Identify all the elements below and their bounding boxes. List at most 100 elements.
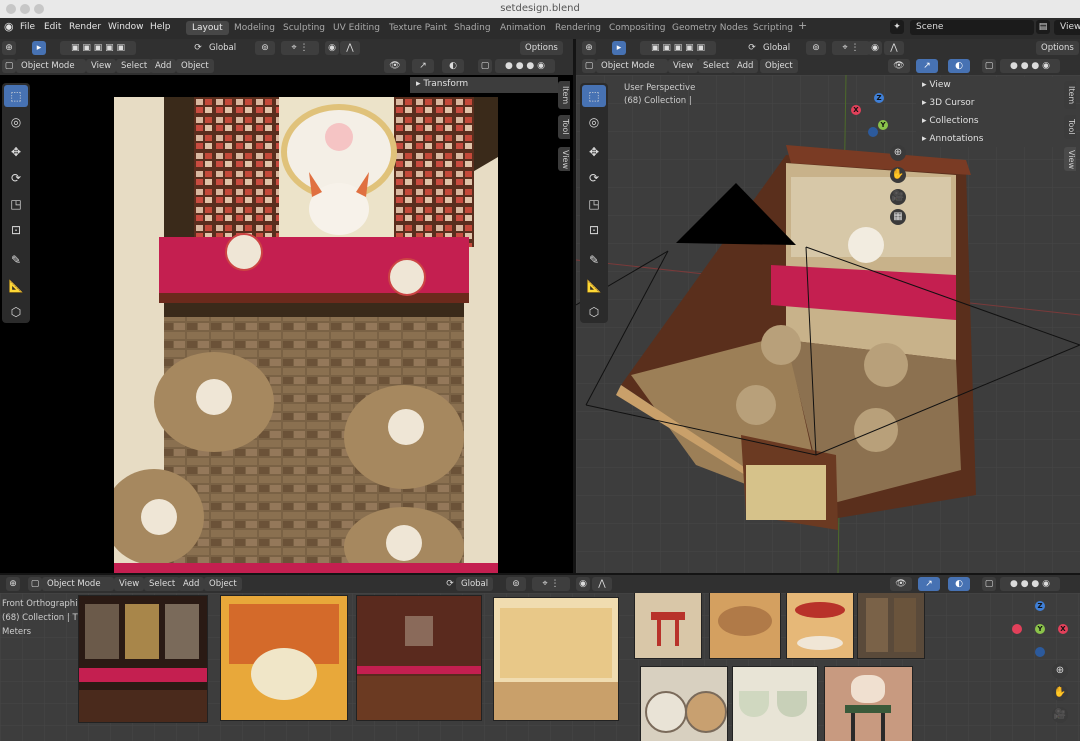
menu-edit[interactable]: Edit (44, 22, 61, 32)
snap-icon-bottom[interactable]: ⌖ ⋮ (532, 577, 570, 591)
editor-type-icon[interactable]: ⊕ (2, 41, 16, 55)
gizmo-z-axis-bottom[interactable]: Z (1035, 601, 1045, 611)
tab-uv-editing[interactable]: UV Editing (327, 21, 386, 35)
scale-tool-icon-right[interactable]: ◳ (582, 193, 606, 215)
sidebar-tab-view-right[interactable]: View (1064, 147, 1076, 171)
texture-thumbnail[interactable] (732, 666, 818, 741)
select-mode-buttons-right[interactable]: ▣ ▣ ▣ ▣ ▣ (640, 41, 716, 55)
texture-thumbnail[interactable] (824, 666, 913, 741)
panel-collections[interactable]: ▸ Collections (922, 116, 979, 126)
menu-render[interactable]: Render (69, 22, 101, 32)
transform-panel-title[interactable]: ▸ Transform (416, 79, 468, 89)
tab-geometry-nodes[interactable]: Geometry Nodes (666, 21, 754, 35)
camera-view-icon-bottom[interactable]: 🎥 (1052, 707, 1068, 723)
gizmo-neg-x-bottom[interactable]: X (1058, 624, 1068, 634)
menu-object[interactable]: Object (176, 59, 214, 73)
menu-window[interactable]: Window (108, 22, 144, 32)
menu-help[interactable]: Help (150, 22, 171, 32)
panel-annotations[interactable]: ▸ Annotations (922, 134, 983, 144)
menu-add-right[interactable]: Add (732, 59, 759, 73)
texture-thumbnail[interactable] (634, 593, 702, 659)
proportional-edit-icon-right[interactable]: ◉ (868, 41, 882, 55)
object-mode-dropdown[interactable]: Object Mode (16, 59, 86, 73)
overlay-toggle-icon-bottom[interactable]: ◐ (948, 577, 970, 591)
select-tool-icon[interactable]: ▸ (32, 41, 46, 55)
gizmo-toggle-icon-right[interactable]: ↗ (916, 59, 938, 73)
annotate-tool-icon[interactable]: ✎ (4, 249, 28, 271)
gizmo-neg-z-bottom[interactable] (1035, 647, 1045, 657)
cursor-tool-icon[interactable]: ◎ (4, 111, 28, 133)
rotate-tool-icon[interactable]: ⟳ (4, 167, 28, 189)
tab-layout[interactable]: Layout (186, 21, 229, 35)
left-viewport[interactable]: ⬚ ◎ ✥ ⟳ ◳ ⊡ ✎ 📐 ⬡ ▸ Transform Item Tool … (0, 75, 573, 573)
scene-selector[interactable]: Scene (910, 20, 1034, 35)
pan-hand-icon-bottom[interactable]: ✋ (1052, 685, 1068, 701)
sidebar-tab-tool[interactable]: Tool (558, 115, 570, 139)
annotate-tool-icon-right[interactable]: ✎ (582, 249, 606, 271)
scene-icon[interactable]: ✦ (890, 20, 904, 34)
measure-tool-icon-right[interactable]: 📐 (582, 275, 606, 297)
measure-tool-icon[interactable]: 📐 (4, 275, 28, 297)
transform-tool-icon[interactable]: ⊡ (4, 219, 28, 241)
texture-thumbnail[interactable] (78, 595, 208, 723)
select-box-tool-icon[interactable]: ⬚ (4, 85, 28, 107)
sidebar-tab-view[interactable]: View (558, 147, 570, 171)
select-tool-icon-right[interactable]: ▸ (612, 41, 626, 55)
pivot-icon[interactable]: ⊚ (255, 41, 275, 55)
scale-tool-icon[interactable]: ◳ (4, 193, 28, 215)
xray-icon[interactable]: ▢ (478, 59, 492, 73)
texture-thumbnail[interactable] (786, 593, 854, 659)
shading-modes-bottom[interactable]: ● ● ● ◉ (1000, 577, 1060, 591)
ortho-toggle-icon[interactable]: ▦ (890, 209, 906, 225)
view-layer-selector[interactable]: View (1054, 20, 1080, 35)
blender-logo-icon[interactable]: ◉ (4, 20, 14, 33)
move-tool-icon[interactable]: ✥ (4, 141, 28, 163)
shading-modes-right[interactable]: ● ● ● ◉ (1000, 59, 1060, 73)
move-tool-icon-right[interactable]: ✥ (582, 141, 606, 163)
pivot-icon-right[interactable]: ⊚ (806, 41, 826, 55)
menu-object-bottom[interactable]: Object (204, 577, 242, 591)
snap-icon[interactable]: ⌖ ⋮ (281, 41, 319, 55)
xray-icon-right[interactable]: ▢ (982, 59, 996, 73)
select-box-tool-icon-right[interactable]: ⬚ (582, 85, 606, 107)
orientation-dropdown[interactable]: Global (204, 41, 241, 55)
sidebar-tab-tool-right[interactable]: Tool (1064, 115, 1076, 139)
panel-3d-cursor[interactable]: ▸ 3D Cursor (922, 98, 975, 108)
gizmo-y-axis-bottom[interactable]: Y (1035, 624, 1045, 634)
options-dropdown-right[interactable]: Options (1036, 41, 1079, 55)
shading-modes[interactable]: ● ● ● ◉ (495, 59, 555, 73)
select-mode-buttons[interactable]: ▣ ▣ ▣ ▣ ▣ (60, 41, 136, 55)
visibility-icon-bottom[interactable]: 👁 (890, 577, 912, 591)
cursor-tool-icon-right[interactable]: ◎ (582, 111, 606, 133)
sidebar-tab-item[interactable]: Item (558, 81, 570, 109)
texture-thumbnail[interactable] (493, 597, 619, 721)
transform-tool-icon-right[interactable]: ⊡ (582, 219, 606, 241)
tab-shading[interactable]: Shading (448, 21, 497, 35)
texture-thumbnail[interactable] (709, 593, 781, 659)
right-viewport[interactable]: User Perspective (68) Collection | ⬚ ◎ ✥… (576, 75, 1080, 573)
gizmo-toggle-icon-bottom[interactable]: ↗ (918, 577, 940, 591)
menu-view-right[interactable]: View (668, 59, 699, 73)
gizmo-x-axis-bottom[interactable] (1012, 624, 1022, 634)
add-cube-tool-icon-right[interactable]: ⬡ (582, 301, 606, 323)
add-cube-tool-icon[interactable]: ⬡ (4, 301, 28, 323)
proportional-edit-icon-bottom[interactable]: ◉ (576, 577, 590, 591)
menu-file[interactable]: File (20, 22, 35, 32)
menu-add[interactable]: Add (150, 59, 177, 73)
editor-type-icon-bottom[interactable]: ⊕ (6, 577, 20, 591)
falloff-icon-right[interactable]: ⋀ (884, 41, 904, 55)
menu-select-right[interactable]: Select (698, 59, 735, 73)
texture-thumbnail[interactable] (857, 593, 925, 659)
texture-thumbnail[interactable] (356, 595, 482, 721)
tab-animation[interactable]: Animation (494, 21, 552, 35)
options-dropdown[interactable]: Options (520, 41, 563, 55)
zoom-icon-bottom[interactable]: ⊕ (1052, 663, 1068, 679)
gizmo-x-axis[interactable]: X (851, 105, 861, 115)
visibility-icon[interactable]: 👁 (384, 59, 406, 73)
menu-object-right[interactable]: Object (760, 59, 798, 73)
gizmo-toggle-icon[interactable]: ↗ (412, 59, 434, 73)
gizmo-y-axis[interactable]: Y (878, 120, 888, 130)
view-layer-icon[interactable]: ▤ (1036, 20, 1050, 34)
tab-modeling[interactable]: Modeling (228, 21, 281, 35)
menu-view-bottom[interactable]: View (114, 577, 145, 591)
